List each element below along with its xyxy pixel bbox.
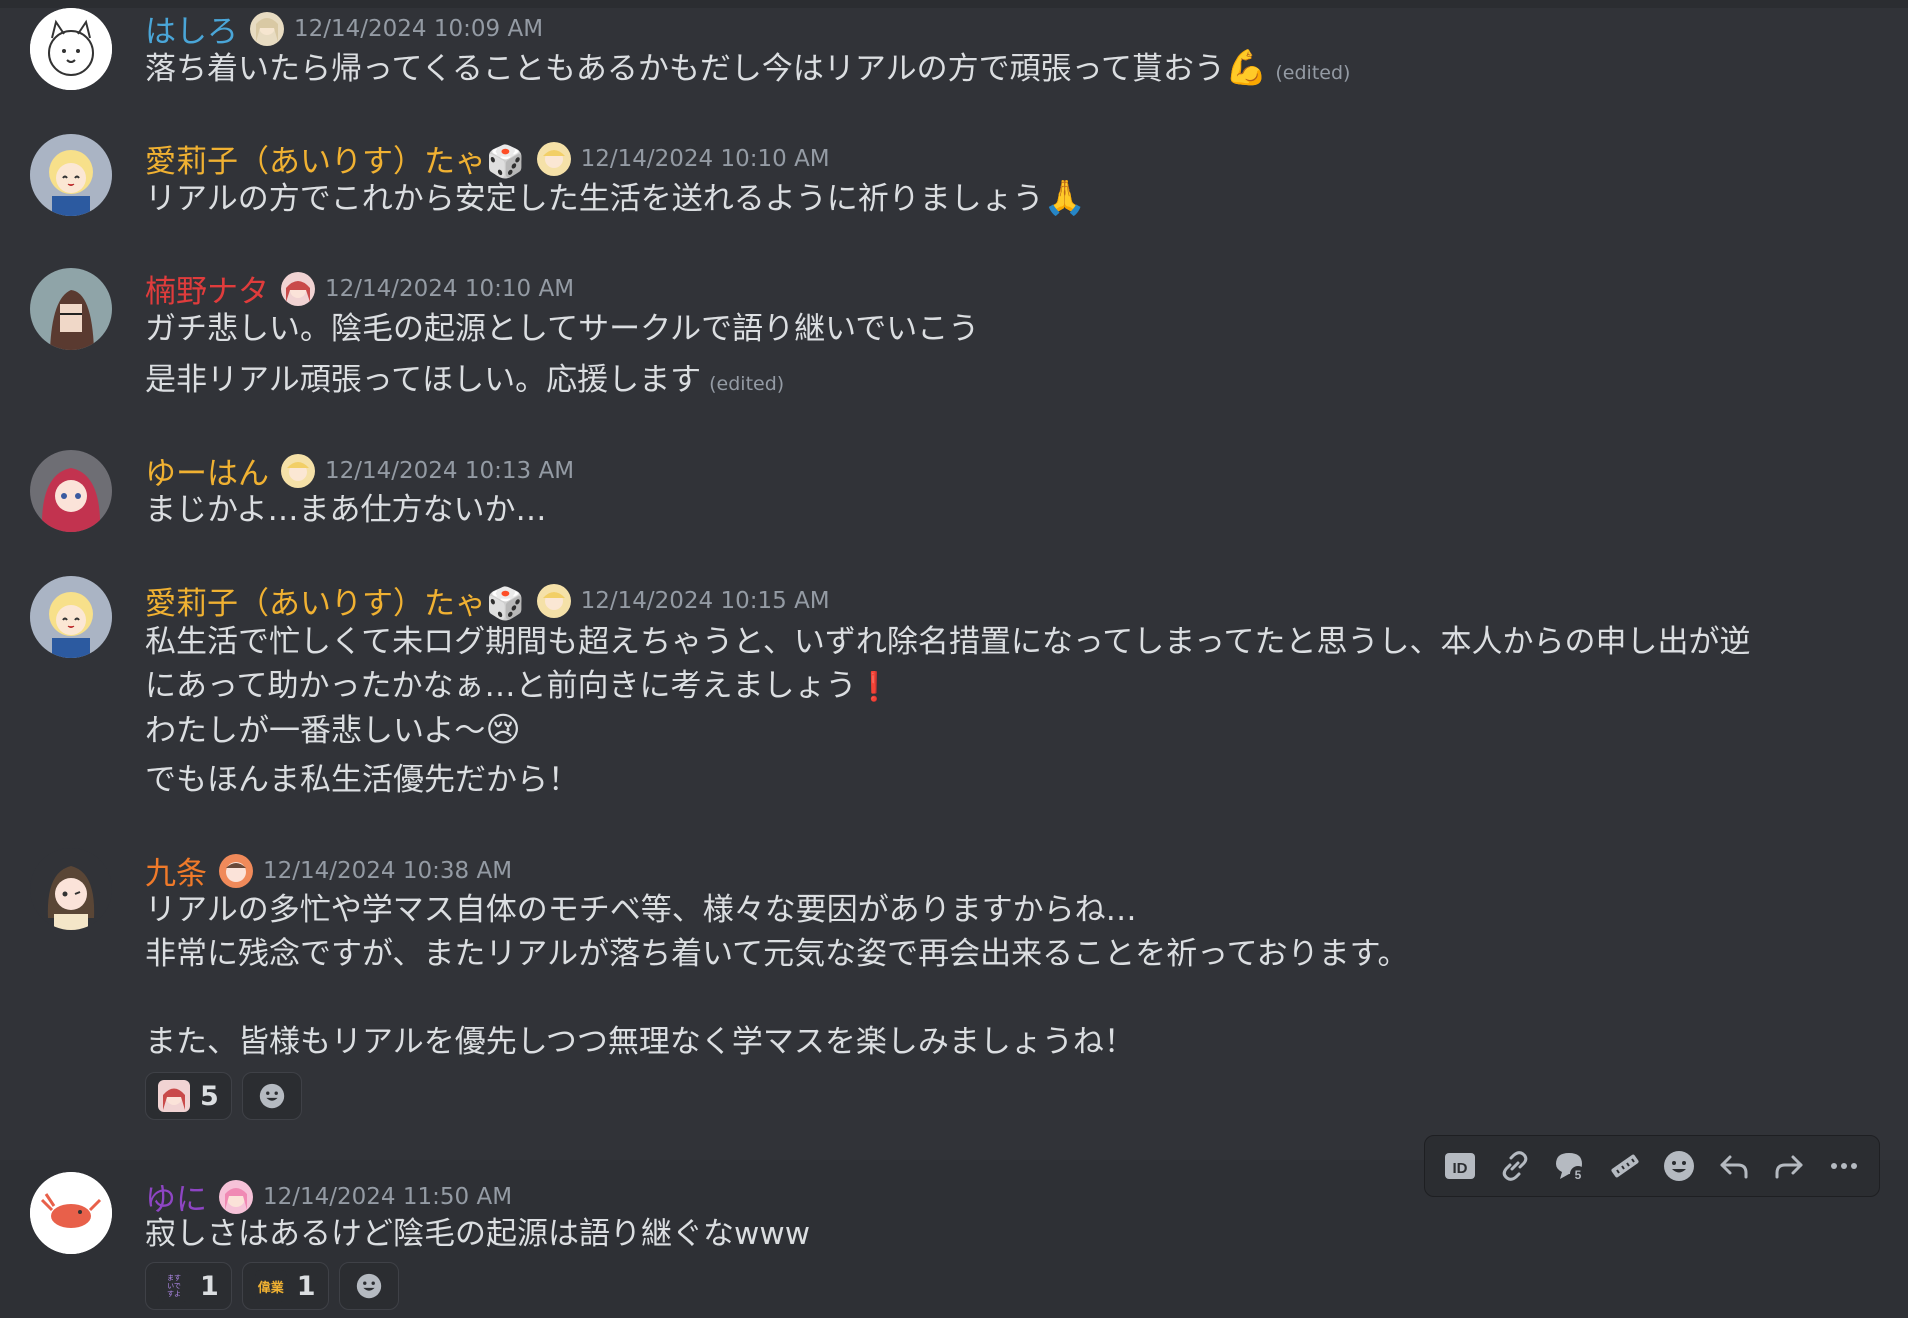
message-text: リアルの方でこれから安定した生活を送れるように祈りましょう (145, 181, 1044, 217)
forward-button[interactable] (1767, 1144, 1811, 1188)
avatar[interactable] (30, 268, 112, 350)
message-text: 是非リアル頑張ってほしい。応援します (145, 362, 702, 398)
message-text: 寂しさはあるけど陰毛の起源は語り継ぐなwww (145, 1216, 811, 1252)
message-text: 私生活で忙しくて未ログ期間も超えちゃうと、いずれ除名措置になってしまってたと思う… (145, 624, 1751, 660)
message-text: まじかよ…まあ仕方ないか… (145, 492, 547, 528)
role-icon (536, 583, 571, 618)
message-content: にあって助かったかなぁ…と前向きに考えましょう❗ (145, 664, 891, 709)
role-icon (536, 141, 571, 176)
username[interactable]: 楠野ナタ (145, 266, 269, 311)
link-icon (1502, 1151, 1528, 1181)
reaction-count: 5 (200, 1080, 219, 1112)
reaction-bar: ますいですよ 1 偉業 1 (145, 1262, 399, 1310)
username[interactable]: 愛莉子（あいりす）たゃ🎲 (145, 578, 525, 623)
avatar[interactable] (30, 848, 112, 930)
custom-emoji-icon: ますいですよ (158, 1270, 190, 1302)
message-text: でもほんま私生活優先だから！ (145, 762, 579, 798)
reaction-button[interactable]: ますいですよ 1 (145, 1262, 232, 1310)
measure-button[interactable] (1603, 1144, 1647, 1188)
message-text: 落ち着いたら帰ってくることもあるかもだし今はリアルの方で頑張って貰おう (145, 51, 1226, 87)
message-text: リアルの多忙や学マス自体のモチベ等、様々な要因がありますからね… (145, 892, 1137, 928)
message-text: ガチ悲しい。陰毛の起源としてサークルで語り継いでいこう (145, 311, 980, 347)
timestamp[interactable]: 12/14/2024 10:10 AM (581, 146, 830, 172)
timestamp[interactable]: 12/14/2024 10:09 AM (294, 16, 543, 42)
reply-button[interactable] (1712, 1144, 1756, 1188)
svg-text:ID: ID (1453, 1160, 1468, 1177)
message-text: にあって助かったかなぁ…と前向きに考えましょう (145, 668, 857, 704)
timestamp[interactable]: 12/14/2024 10:10 AM (325, 276, 574, 302)
role-icon (219, 1179, 253, 1214)
thread-reply-icon: 5 (1555, 1153, 1586, 1182)
create-thread-button[interactable]: 5 (1548, 1144, 1592, 1188)
more-options-button[interactable] (1822, 1144, 1866, 1188)
timestamp[interactable]: 12/14/2024 11:50 AM (263, 1184, 512, 1210)
reaction-button[interactable]: 5 (145, 1072, 232, 1120)
smiley-icon (259, 1083, 284, 1109)
avatar[interactable] (30, 134, 112, 216)
timestamp[interactable]: 12/14/2024 10:15 AM (581, 588, 830, 614)
username[interactable]: はしろ (145, 6, 238, 51)
reaction-emoji-label: 偉業 (257, 1280, 284, 1296)
edited-marker: (edited) (709, 373, 785, 395)
ruler-icon (1611, 1154, 1639, 1178)
more-icon (1830, 1163, 1857, 1169)
role-icon (250, 11, 284, 46)
smiley-icon (356, 1273, 381, 1299)
role-icon (219, 853, 253, 888)
crying-face-emoji: 😢 (485, 710, 521, 750)
avatar[interactable] (30, 576, 112, 658)
copy-link-button[interactable] (1493, 1144, 1537, 1188)
message-content: 落ち着いたら帰ってくることもあるかもだし今はリアルの方で頑張って貰おう💪 (edi… (145, 46, 1350, 95)
reaction-bar: 5 (145, 1072, 302, 1120)
reply-icon (1720, 1155, 1748, 1179)
exclamation-emoji: ❗ (856, 670, 892, 703)
copy-id-button[interactable]: ID (1438, 1144, 1482, 1188)
svg-text:5: 5 (1575, 1168, 1582, 1182)
message-content: 是非リアル頑張ってほしい。応援します (edited) (145, 358, 784, 406)
flexed-biceps-emoji: 💪 (1225, 48, 1268, 88)
avatar[interactable] (30, 1172, 112, 1254)
id-icon: ID (1445, 1153, 1476, 1179)
reaction-button[interactable]: 偉業 1 (241, 1262, 329, 1310)
username[interactable]: 九条 (145, 848, 207, 893)
message-hover-toolbar: ID 5 (1424, 1135, 1880, 1197)
username[interactable]: ゆーはん (145, 448, 269, 493)
forward-icon (1775, 1155, 1803, 1179)
timestamp[interactable]: 12/14/2024 10:38 AM (263, 858, 512, 884)
message-content: リアルの方でこれから安定した生活を送れるように祈りましょう🙏 (145, 176, 1086, 221)
reaction-count: 1 (296, 1270, 316, 1302)
avatar[interactable] (30, 8, 112, 90)
custom-emoji-icon: 偉業 (254, 1270, 287, 1302)
avatar[interactable] (30, 450, 112, 532)
message-text: また、皆様もリアルを優先しつつ無理なく学マスを楽しみましょうね！ (145, 1024, 1135, 1060)
custom-emoji-icon (158, 1080, 190, 1112)
message-text: 非常に残念ですが、またリアルが落ち着いて元気な姿で再会出来ることを祈っております… (145, 936, 1409, 972)
message-text: わたしが一番悲しいよ〜 (145, 713, 486, 749)
message-content: わたしが一番悲しいよ〜😢 (145, 708, 521, 753)
folded-hands-emoji: 🙏 (1043, 178, 1087, 218)
role-icon (281, 271, 315, 306)
role-icon (281, 453, 315, 488)
emoji-icon (1664, 1151, 1695, 1181)
add-reaction-toolbar-button[interactable] (1657, 1144, 1701, 1188)
add-reaction-button[interactable] (338, 1262, 399, 1310)
add-reaction-button[interactable] (241, 1072, 302, 1120)
username[interactable]: 愛莉子（あいりす）たゃ🎲 (145, 136, 525, 181)
reaction-emoji-label: ますいですよ (167, 1274, 181, 1298)
edited-marker: (edited) (1275, 62, 1351, 84)
timestamp[interactable]: 12/14/2024 10:13 AM (325, 458, 574, 484)
reaction-count: 1 (200, 1270, 219, 1302)
